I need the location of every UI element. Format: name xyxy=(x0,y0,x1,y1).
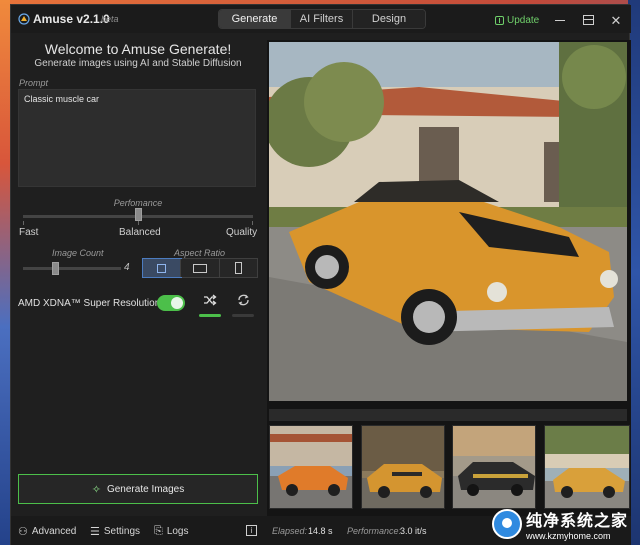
repeat-inactive-indicator xyxy=(232,314,254,317)
update-button[interactable]: Update xyxy=(495,13,539,27)
watermark-url: www.kzmyhome.com xyxy=(526,530,611,541)
thumbnail-2[interactable] xyxy=(361,425,445,509)
image-output-panel xyxy=(267,40,631,516)
repeat-button[interactable] xyxy=(232,292,254,308)
thumbnail-car-gold xyxy=(545,426,629,508)
magic-wand-icon: ✧ xyxy=(91,483,101,496)
aspect-ratio-label: Aspect Ratio xyxy=(174,248,226,258)
advanced-label: Advanced xyxy=(31,526,77,537)
prompt-label: Prompt xyxy=(19,78,49,88)
performance-option-quality: Quality xyxy=(226,227,258,238)
muscle-car-image xyxy=(269,42,627,401)
generate-images-button[interactable]: ✧ Generate Images xyxy=(18,474,258,504)
landscape-ratio-icon xyxy=(192,263,207,273)
aspect-landscape-button[interactable] xyxy=(181,259,220,277)
thumbnail-1[interactable] xyxy=(269,425,353,509)
site-watermark: 纯净系统之家 www.kzmyhome.com xyxy=(492,502,640,545)
welcome-heading: Welcome to Amuse Generate! xyxy=(44,41,232,57)
shuffle-icon xyxy=(204,294,217,306)
settings-label: Settings xyxy=(103,526,141,537)
image-count-slider-track[interactable] xyxy=(23,267,121,270)
beta-badge: beta xyxy=(101,14,119,24)
super-resolution-toggle[interactable] xyxy=(157,295,185,311)
thumbnail-car-orange xyxy=(270,426,352,508)
portrait-ratio-icon xyxy=(234,262,242,274)
performance-slider-thumb[interactable] xyxy=(135,208,142,221)
performance-tick-balanced xyxy=(138,221,139,225)
performance-label: Perfomance xyxy=(113,198,163,208)
performance-stat-value: 3.0 it/s xyxy=(400,526,427,536)
minimize-button[interactable] xyxy=(549,11,571,29)
welcome-subtitle: Generate images using AI and Stable Diff… xyxy=(34,58,242,69)
thumbnail-car-black xyxy=(453,426,535,508)
settings-button[interactable]: ☰ Settings xyxy=(90,525,140,538)
maximize-button[interactable] xyxy=(577,11,599,29)
info-icon[interactable]: i xyxy=(246,525,257,536)
app-title: Amuse v2.1.0 xyxy=(33,12,110,26)
image-progress-strip xyxy=(269,409,627,421)
watermark-logo-icon xyxy=(492,508,522,539)
logs-label: Logs xyxy=(166,526,189,537)
update-label: Update xyxy=(507,14,540,26)
prompt-input[interactable]: Classic muscle car xyxy=(18,89,256,187)
tab-design[interactable]: Design xyxy=(353,10,425,28)
aspect-ratio-selector xyxy=(141,258,258,278)
logs-icon: ⎘ xyxy=(154,525,163,537)
close-icon: ✕ xyxy=(610,12,622,28)
mode-tabs: Generate AI Filters Design xyxy=(218,9,426,29)
minimize-icon xyxy=(555,19,565,21)
advanced-button[interactable]: ⚇ Advanced xyxy=(18,525,76,538)
settings-sliders-icon: ☰ xyxy=(90,526,100,538)
amuse-logo-icon xyxy=(18,13,30,25)
watermark-text: 纯净系统之家 www.kzmyhome.com xyxy=(526,507,628,541)
super-resolution-label: AMD XDNA™ Super Resolution xyxy=(18,298,161,309)
image-count-value: 4 xyxy=(124,262,130,273)
performance-tick-quality xyxy=(252,221,253,225)
performance-tick-fast xyxy=(23,221,24,225)
refresh-icon xyxy=(237,294,249,306)
title-bar: Amuse v2.1.0 beta Generate AI Filters De… xyxy=(11,5,631,33)
image-count-slider-thumb[interactable] xyxy=(52,262,59,275)
elapsed-value: 14.8 s xyxy=(308,526,333,536)
tab-generate[interactable]: Generate xyxy=(219,10,291,28)
update-icon xyxy=(495,15,504,25)
shuffle-active-indicator xyxy=(199,314,221,317)
shuffle-button[interactable] xyxy=(199,292,221,308)
generate-images-label: Generate Images xyxy=(106,483,185,495)
watermark-title: 纯净系统之家 xyxy=(526,512,629,530)
aspect-portrait-button[interactable] xyxy=(219,259,257,277)
performance-stat-label: Performance: xyxy=(347,526,402,536)
tab-ai-filters[interactable]: AI Filters xyxy=(291,10,353,28)
thumbnail-car-yellow xyxy=(362,426,444,508)
aspect-square-button[interactable] xyxy=(141,258,183,278)
square-ratio-icon xyxy=(157,263,167,273)
close-button[interactable]: ✕ xyxy=(605,11,627,29)
performance-option-balanced: Balanced xyxy=(119,227,161,238)
thumbnail-3[interactable] xyxy=(452,425,536,509)
maximize-icon xyxy=(582,15,594,25)
advanced-icon: ⚇ xyxy=(18,526,28,538)
elapsed-label: Elapsed: xyxy=(272,526,308,536)
desktop-background-left xyxy=(0,0,10,545)
generated-image-main[interactable] xyxy=(269,42,627,401)
app-window: Amuse v2.1.0 beta Generate AI Filters De… xyxy=(10,4,631,545)
image-count-label: Image Count xyxy=(52,248,104,258)
performance-option-fast: Fast xyxy=(19,227,39,238)
thumbnail-4[interactable] xyxy=(544,425,630,509)
logs-button[interactable]: ⎘ Logs xyxy=(154,525,189,538)
